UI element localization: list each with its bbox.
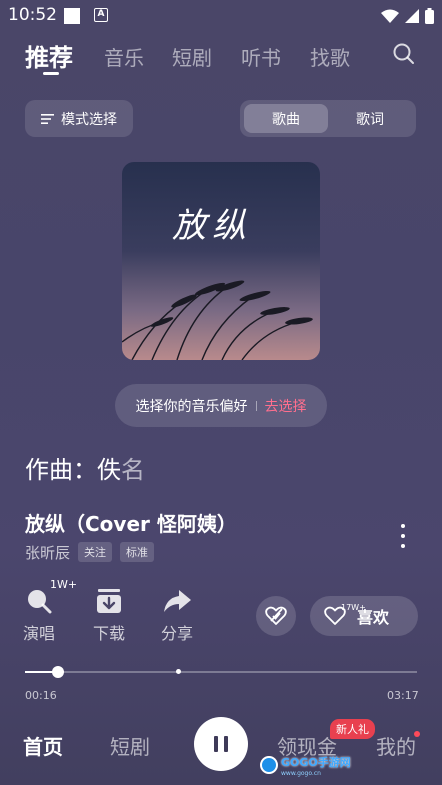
more-options-icon[interactable] (398, 524, 408, 548)
download-icon (97, 589, 121, 613)
artist-name[interactable]: 张昕辰 (25, 542, 70, 563)
watermark-brand: GOGO手游网 (281, 755, 351, 769)
progress-marker (176, 669, 181, 674)
sing-count: 1W+ (50, 578, 78, 591)
status-time: 10:52 (8, 5, 57, 25)
quality-tag[interactable]: 标准 (120, 542, 155, 562)
list-icon (41, 113, 54, 124)
share-label: 分享 (160, 624, 193, 643)
nav-home[interactable]: 首页 (23, 731, 63, 760)
watermark: GOGO手游网 www.gogo.cn (260, 755, 351, 777)
active-tab-indicator (43, 72, 59, 75)
composer-credit: 作曲：佚名 (25, 450, 145, 485)
song-title: 放纵（Cover 怪阿姨） (25, 512, 237, 536)
microphone-icon (28, 590, 52, 614)
pause-button[interactable] (194, 717, 248, 771)
artist-row: 张昕辰 关注 标准 (25, 541, 155, 563)
newbie-gift-badge: 新人礼 (330, 719, 375, 739)
battery-icon (425, 8, 434, 24)
tab-music[interactable]: 音乐 (104, 42, 144, 71)
status-bar: 10:52 A (0, 0, 442, 32)
segment-lyrics[interactable]: 歌词 (328, 104, 412, 133)
signal-icon (405, 9, 419, 23)
tab-drama[interactable]: 短剧 (172, 42, 212, 71)
top-nav: 推荐 音乐 短剧 听书 找歌 (0, 36, 442, 78)
notification-dot (414, 731, 420, 737)
composer-prefix: 作曲：佚 (25, 456, 121, 484)
follow-tag[interactable]: 关注 (78, 542, 113, 562)
tab-audiobook[interactable]: 听书 (241, 42, 281, 71)
segment-song[interactable]: 歌曲 (244, 104, 328, 133)
search-icon[interactable] (392, 42, 416, 66)
total-time: 03:17 (387, 689, 419, 702)
notification-square-icon (64, 8, 80, 24)
download-label: 下载 (92, 624, 125, 643)
album-cover[interactable]: 放纵 (122, 162, 320, 360)
preference-link[interactable]: 去选择 (265, 396, 307, 416)
like-count: 17W+ (341, 603, 366, 612)
nav-mine[interactable]: 我的 (376, 731, 416, 760)
status-icons (381, 6, 434, 26)
current-time: 00:16 (25, 689, 57, 702)
mode-select-button[interactable]: 模式选择 (25, 100, 133, 137)
wifi-icon (381, 9, 399, 23)
progress-knob[interactable] (52, 666, 65, 678)
music-preference-pill[interactable]: 选择你的音乐偏好 去选择 (115, 384, 327, 427)
composer-suffix: 名 (121, 456, 145, 484)
song-lyrics-toggle: 歌曲 歌词 (240, 100, 416, 137)
watermark-url: www.gogo.cn (281, 769, 321, 777)
album-cover-title: 放纵 (172, 206, 252, 246)
share-button[interactable]: 分享 (155, 588, 199, 644)
pause-bar-right (224, 736, 228, 752)
watermark-logo-icon (260, 756, 278, 774)
bottom-nav: 首页 短剧 领现金 新人礼 我的 GOGO手游网 www.gogo.cn (0, 705, 442, 785)
nav-drama[interactable]: 短剧 (110, 731, 150, 760)
tab-recommend[interactable]: 推荐 (25, 38, 73, 73)
notification-a-icon: A (94, 8, 108, 22)
album-cover-art (122, 162, 320, 360)
dislike-button[interactable] (256, 596, 296, 636)
sing-button[interactable]: 演唱 (17, 588, 61, 644)
like-button[interactable]: 喜欢 (310, 596, 418, 636)
preference-text: 选择你的音乐偏好 (135, 398, 248, 415)
preference-separator (255, 400, 257, 411)
tab-find-song[interactable]: 找歌 (310, 42, 350, 71)
share-icon (164, 590, 191, 612)
heart-slash-icon (265, 606, 287, 625)
download-button[interactable]: 下载 (87, 588, 131, 644)
pause-bar-left (214, 736, 218, 752)
progress-bar[interactable] (25, 666, 417, 678)
mode-select-label: 模式选择 (61, 111, 117, 128)
sing-label: 演唱 (22, 624, 55, 643)
